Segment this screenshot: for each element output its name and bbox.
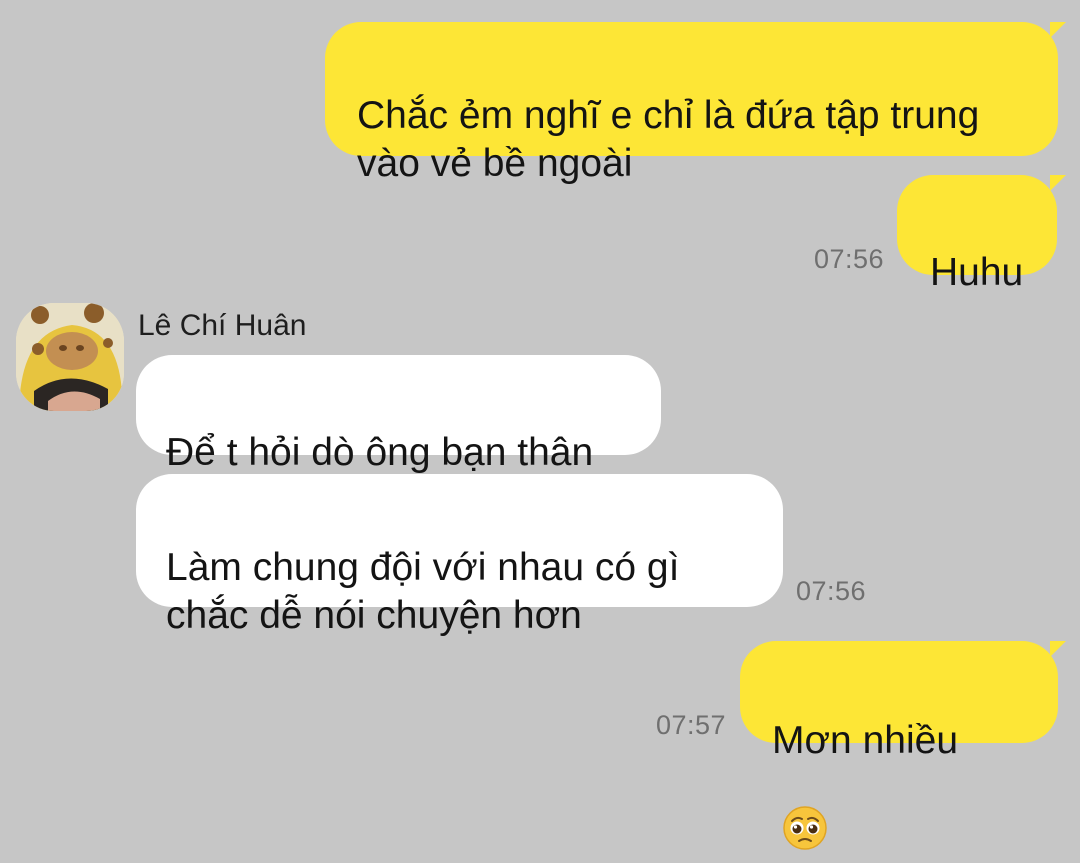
pleading-face-icon xyxy=(782,757,828,863)
message-text: Chắc ẻm nghĩ e chỉ là đứa tập trung vào … xyxy=(357,94,980,185)
outgoing-message-bubble[interactable]: Huhu xyxy=(897,175,1057,294)
message-timestamp: 07:56 xyxy=(796,576,867,606)
sender-name: Lê Chí Huân xyxy=(138,309,307,342)
message-text: Mơn nhiều xyxy=(772,719,959,762)
message-text: Làm chung đội với nhau có gì chắc dễ nói… xyxy=(166,546,680,637)
message-text: Huhu xyxy=(930,251,1024,294)
bubble-tail xyxy=(1050,175,1066,191)
message-text: Để t hỏi dò ông bạn thân xyxy=(166,431,594,474)
message-timestamp: 07:57 xyxy=(656,710,727,740)
outgoing-message-bubble[interactable]: Chắc ẻm nghĩ e chỉ là đứa tập trung vào … xyxy=(325,22,1058,185)
message-timestamp: 07:56 xyxy=(814,244,885,274)
bubble-tail xyxy=(1050,22,1066,38)
outgoing-message-bubble[interactable]: Mơn nhiều xyxy=(740,641,1058,850)
giraffe-hat-avatar-icon xyxy=(16,303,124,411)
incoming-message-bubble[interactable]: Để t hỏi dò ông bạn thân xyxy=(136,355,661,474)
avatar[interactable] xyxy=(16,303,124,411)
bubble-tail xyxy=(1050,641,1066,657)
incoming-message-bubble[interactable]: Làm chung đội với nhau có gì chắc dễ nói… xyxy=(136,474,783,637)
